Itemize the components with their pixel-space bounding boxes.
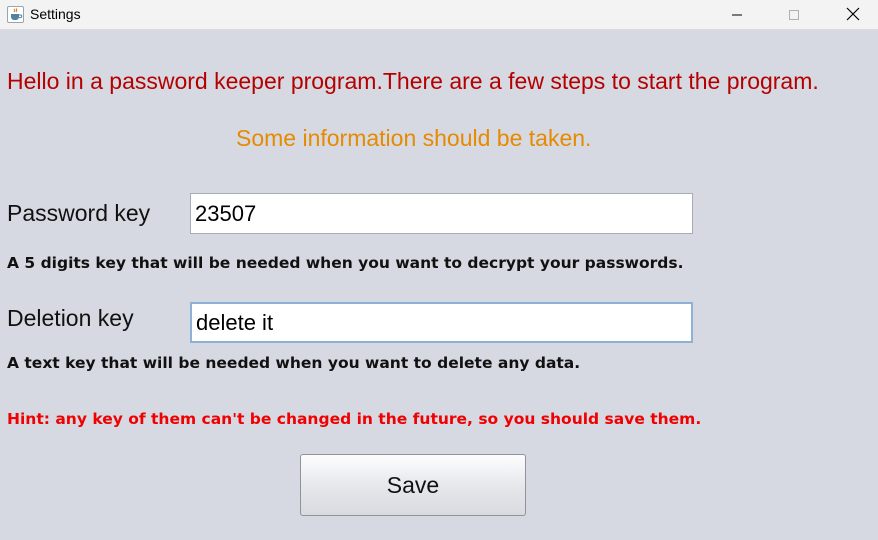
title-bar[interactable]: Settings [0, 0, 878, 30]
warning-hint: Hint: any key of them can't be changed i… [7, 410, 702, 428]
close-button[interactable] [830, 0, 876, 30]
deletion-key-input[interactable] [190, 302, 693, 343]
password-key-input[interactable] [190, 193, 693, 234]
password-key-label: Password key [7, 200, 151, 226]
save-button-label: Save [386, 471, 440, 498]
welcome-heading: Hello in a password keeper program.There… [7, 68, 819, 94]
deletion-key-label: Deletion key [7, 305, 134, 331]
minimize-button[interactable] [714, 0, 760, 30]
window-title: Settings [30, 6, 81, 22]
java-coffee-cup-icon [7, 6, 24, 23]
password-key-description: A 5 digits key that will be needed when … [7, 254, 684, 272]
save-button[interactable]: Save [300, 454, 526, 516]
maximize-icon [788, 6, 800, 25]
maximize-button[interactable] [771, 0, 817, 30]
settings-window: Settings Hello in a password keeper prog… [0, 0, 878, 540]
close-icon [846, 6, 860, 25]
deletion-key-description: A text key that will be needed when you … [7, 354, 581, 372]
info-subheading: Some information should be taken. [236, 125, 592, 151]
minimize-icon [731, 6, 743, 25]
